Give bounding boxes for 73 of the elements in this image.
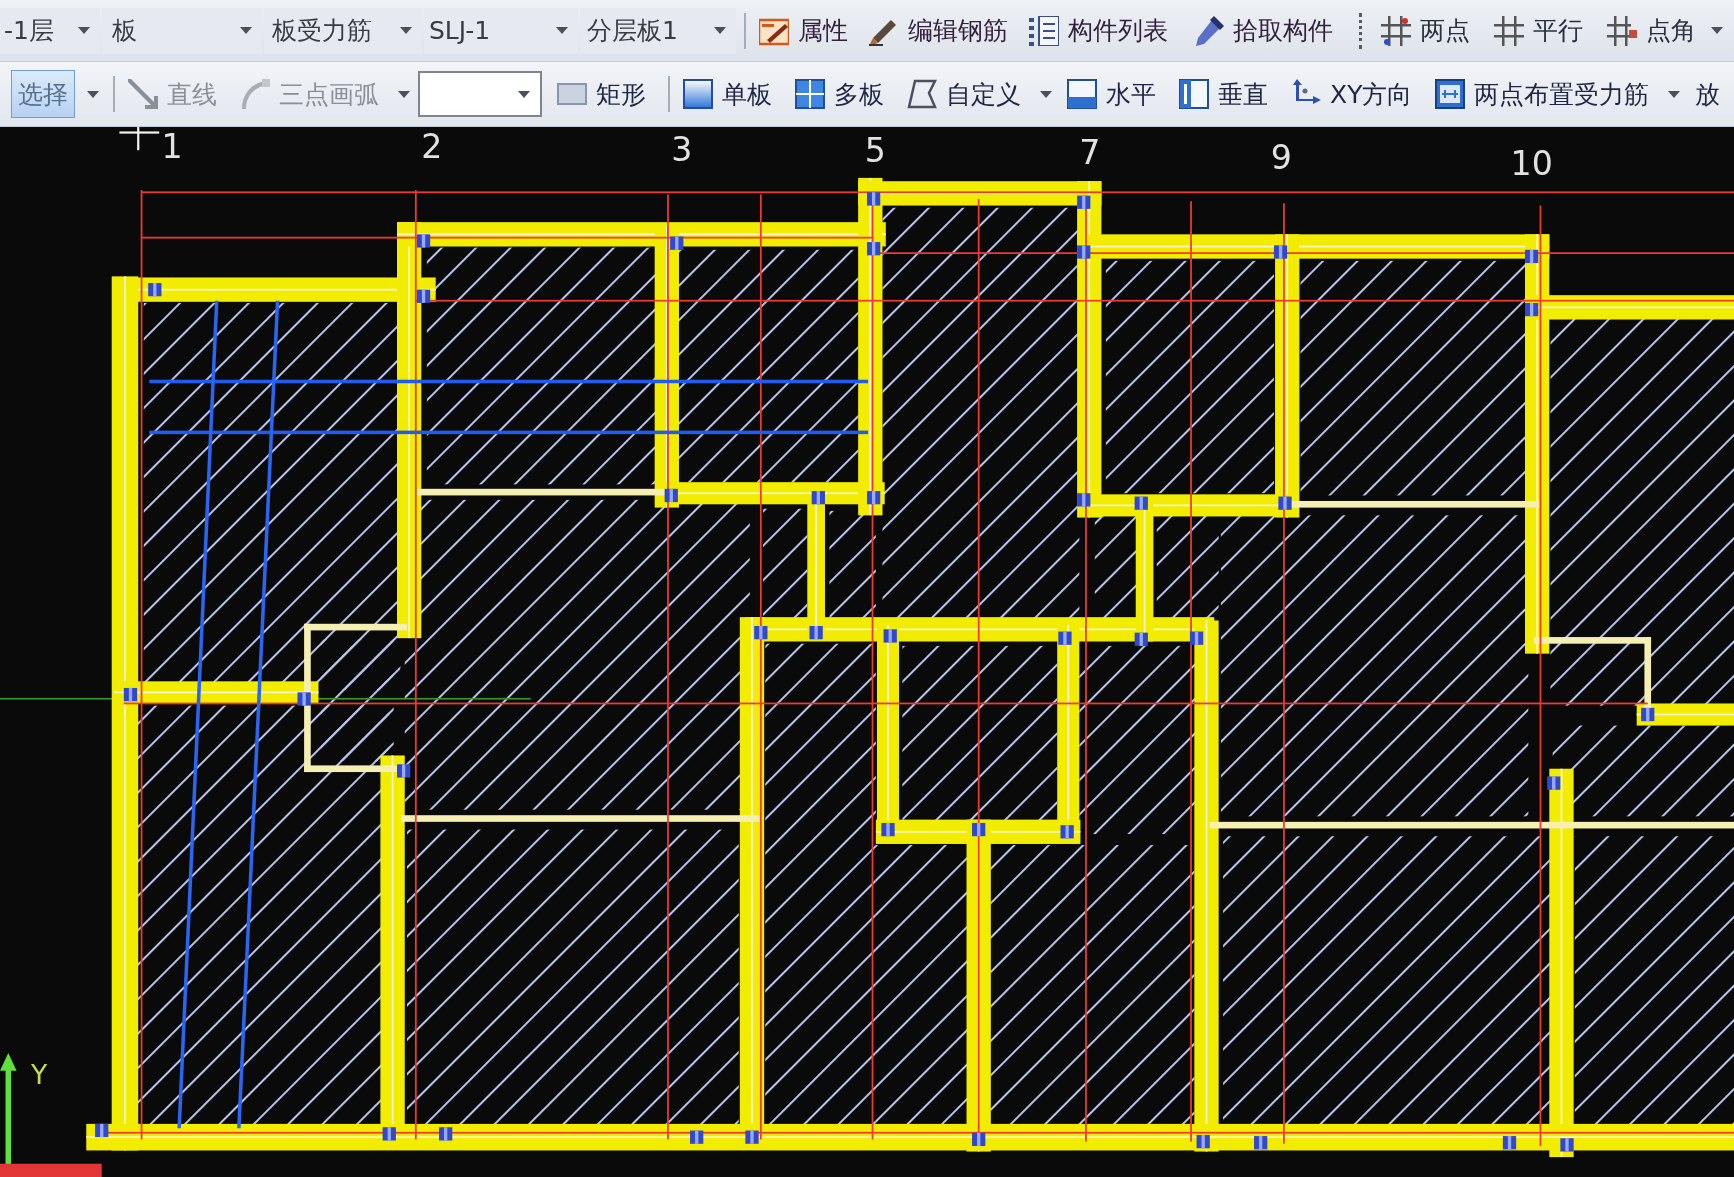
toolbar-button[interactable]: 两点 <box>1374 6 1477 55</box>
slab-square-icon <box>683 79 713 109</box>
tool-button[interactable]: 两点布置受力筋 <box>1428 70 1657 118</box>
dropdown[interactable]: SLJ-1 <box>424 7 578 54</box>
node-marker-icon <box>1077 493 1091 507</box>
node-marker-icon <box>1525 249 1539 264</box>
axis-label: 2 <box>421 127 443 166</box>
toolbar-button[interactable]: 平行 <box>1487 6 1590 55</box>
node-marker-icon <box>867 192 881 206</box>
tool-button[interactable]: 矩形 <box>550 70 653 118</box>
dropdown[interactable]: 分层板1 <box>580 7 736 54</box>
node-marker-icon <box>1525 302 1539 317</box>
list-icon <box>1029 15 1059 46</box>
caret-icon[interactable] <box>556 27 568 34</box>
caret-icon[interactable] <box>1711 27 1723 34</box>
arc-icon <box>240 79 270 109</box>
four-panel-icon <box>795 79 825 109</box>
node-marker-icon <box>1254 1136 1268 1150</box>
toolbar-button[interactable]: 拾取构件 <box>1187 6 1340 55</box>
node-marker-icon <box>867 242 881 256</box>
node-marker-icon <box>809 626 823 640</box>
caret-icon[interactable] <box>87 90 99 98</box>
caret-icon[interactable] <box>1668 90 1681 98</box>
toolbar-button[interactable]: 编辑钢筋 <box>862 6 1015 55</box>
grid-lines-icon <box>1381 15 1411 46</box>
toolbar-button[interactable]: 构件列表 <box>1022 6 1175 55</box>
toolbar-button[interactable]: 属性 <box>752 6 855 55</box>
caret-icon[interactable] <box>518 90 530 98</box>
parallel-lines-icon <box>1494 15 1524 46</box>
dropdown-field[interactable] <box>418 71 542 117</box>
tool-button[interactable]: XY方向 <box>1284 70 1420 118</box>
axis-label: 9 <box>1270 138 1292 178</box>
tool-button[interactable]: 垂直 <box>1172 70 1275 118</box>
tool-button[interactable]: 放 <box>1688 70 1724 118</box>
node-marker-icon <box>1077 245 1091 259</box>
polygon-icon <box>907 79 937 109</box>
node-marker-icon <box>123 687 138 702</box>
node-marker-icon <box>1560 1138 1574 1152</box>
caret-icon[interactable] <box>714 27 726 34</box>
node-marker-icon <box>397 764 411 778</box>
node-marker-icon <box>1547 776 1561 790</box>
ucs-y-label: Y <box>30 1059 48 1091</box>
caret-icon[interactable] <box>78 27 90 34</box>
rebar-panel-icon <box>1435 79 1466 109</box>
crosshair-cursor-icon <box>119 127 160 151</box>
tool-button[interactable]: 单板 <box>676 70 779 118</box>
caret-icon[interactable] <box>400 27 412 34</box>
node-marker-icon <box>297 692 311 706</box>
axis-label: 10 <box>1510 143 1553 183</box>
toolbar-button[interactable]: 点角 <box>1600 6 1703 55</box>
axis-label: 5 <box>864 131 886 171</box>
node-marker-icon <box>867 491 881 505</box>
diagonal-line-icon <box>128 79 158 109</box>
caret-icon[interactable] <box>240 27 252 34</box>
caret-icon[interactable] <box>1040 90 1052 98</box>
tool-button[interactable]: 自定义 <box>900 70 1028 118</box>
dropdown[interactable]: 板受力筋 <box>264 7 422 54</box>
grid-angle-icon <box>1607 15 1637 46</box>
axis-label: 7 <box>1079 132 1101 172</box>
node-marker-icon <box>754 626 768 640</box>
node-marker-icon <box>95 1123 109 1138</box>
node-marker-icon <box>439 1127 453 1141</box>
dropper-icon <box>1194 15 1224 46</box>
tool-button[interactable]: 水平 <box>1060 70 1163 118</box>
vertical-bar-icon <box>1179 79 1209 109</box>
dropdown[interactable]: -1层 <box>0 7 100 54</box>
tool-button[interactable]: 多板 <box>788 70 891 118</box>
node-marker-icon <box>148 283 162 297</box>
axis-label: 1 <box>161 127 183 166</box>
axis-label: 3 <box>671 130 693 170</box>
dropdown[interactable]: 板 <box>102 7 262 54</box>
tool-button[interactable]: 选择 <box>11 70 75 118</box>
horizontal-bar-icon <box>1067 79 1097 109</box>
